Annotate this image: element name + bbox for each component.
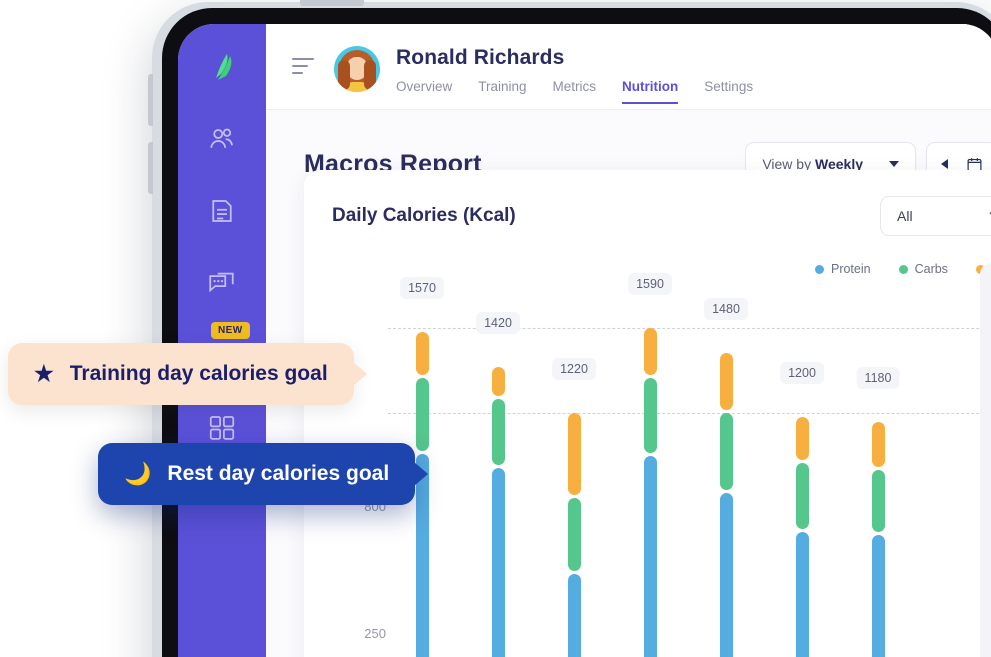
bar-segment-carbs [796, 463, 809, 530]
macro-filter-value: All [897, 208, 913, 224]
device-power-button [300, 0, 364, 6]
bar-value-label: 1420 [476, 311, 520, 334]
moon-icon: 🌙 [124, 461, 152, 486]
bar-segment-protein [720, 493, 733, 657]
card-header: Daily Calories (Kcal) All [332, 196, 991, 236]
device-volume-down-button [148, 142, 153, 194]
leaf-logo[interactable] [205, 50, 239, 84]
side-panel-edge [980, 264, 991, 657]
bar-segment-protein [644, 456, 657, 657]
legend-dot-protein [814, 264, 824, 274]
macro-filter-select[interactable]: All [880, 196, 991, 236]
bar-value-label: 1590 [628, 272, 672, 295]
bar-segment-carbs [720, 412, 733, 491]
legend-item-carbs: Carbs [898, 262, 948, 276]
bar-segment-carbs [644, 378, 657, 454]
callout-rest-label: Rest day calories goal [167, 462, 390, 485]
page-user-name: Ronald Richards [396, 46, 565, 69]
new-badge: NEW [211, 322, 250, 339]
tab-nutrition[interactable]: Nutrition [622, 79, 679, 104]
hamburger-icon[interactable] [292, 58, 314, 79]
bar-day-7[interactable] [872, 288, 885, 657]
bar-segment-fat [644, 327, 657, 376]
triangle-left-icon[interactable] [941, 159, 948, 169]
tab-overview[interactable]: Overview [396, 79, 452, 104]
bar-segment-fat [872, 421, 885, 468]
bar-day-6[interactable] [796, 288, 809, 657]
bar-segment-protein [872, 534, 885, 657]
legend-dot-carbs [898, 264, 908, 274]
sidebar-item-clients[interactable] [205, 122, 239, 156]
bar-segment-fat [492, 366, 505, 396]
device-volume-up-button [148, 74, 153, 126]
callout-training-label: Training day calories goal [69, 362, 328, 385]
bar-value-label: 1180 [856, 366, 900, 389]
star-icon: ★ [34, 361, 54, 386]
bar-segment-fat [720, 353, 733, 410]
chevron-down-icon [889, 161, 899, 167]
sidebar-item-library[interactable] [205, 410, 239, 444]
bar-day-3[interactable] [568, 288, 581, 657]
bar-segment-carbs [568, 497, 581, 571]
sidebar-item-messages[interactable] [205, 266, 239, 300]
bar-day-2[interactable] [492, 288, 505, 657]
bar-segment-fat [416, 332, 429, 376]
legend-label-protein: Protein [830, 262, 871, 276]
daily-calories-card: Daily Calories (Kcal) All Protein Carbs [304, 170, 991, 657]
bar-day-4[interactable] [644, 288, 657, 657]
tab-training[interactable]: Training [478, 79, 526, 104]
sidebar-item-plans[interactable] [205, 194, 239, 228]
legend-item-protein: Protein [814, 262, 871, 276]
avatar[interactable] [334, 46, 380, 92]
screenshot-root: NEW Ronald Richards Overview Training Me… [0, 0, 991, 657]
chart-plot-area: ★1570☾12001570142012201590148012001180 [388, 272, 991, 657]
bar-value-label: 1570 [400, 277, 444, 300]
y-axis-tick: 250 [364, 625, 386, 641]
legend-label-carbs: Carbs [914, 262, 948, 276]
tab-metrics[interactable]: Metrics [553, 79, 597, 104]
bar-value-label: 1480 [704, 298, 748, 321]
bar-segment-protein [568, 573, 581, 657]
callout-rest-day-goal: 🌙 Rest day calories goal [98, 443, 429, 505]
tab-settings[interactable]: Settings [704, 79, 753, 104]
bar-value-label: 1220 [552, 357, 596, 380]
main-nav: Overview Training Metrics Nutrition Sett… [396, 79, 753, 104]
bar-segment-carbs [872, 470, 885, 532]
bar-segment-protein [492, 467, 505, 657]
callout-tail [352, 362, 367, 386]
bar-day-5[interactable] [720, 288, 733, 657]
goal-gridline-rest-day-goal [388, 413, 991, 415]
callout-tail [414, 462, 429, 486]
app-sidebar: NEW [178, 24, 266, 657]
bar-segment-carbs [416, 378, 429, 452]
app-topbar: Ronald Richards Overview Training Metric… [266, 24, 991, 110]
card-title: Daily Calories (Kcal) [332, 205, 516, 226]
bar-segment-protein [796, 532, 809, 657]
bar-segment-carbs [492, 398, 505, 465]
device-screen: NEW Ronald Richards Overview Training Me… [178, 24, 991, 657]
bar-segment-fat [796, 417, 809, 461]
bar-segment-fat [568, 412, 581, 495]
bar-value-label: 1200 [780, 362, 824, 385]
app-content: Ronald Richards Overview Training Metric… [266, 24, 991, 657]
callout-training-day-goal: ★ Training day calories goal [8, 343, 367, 405]
